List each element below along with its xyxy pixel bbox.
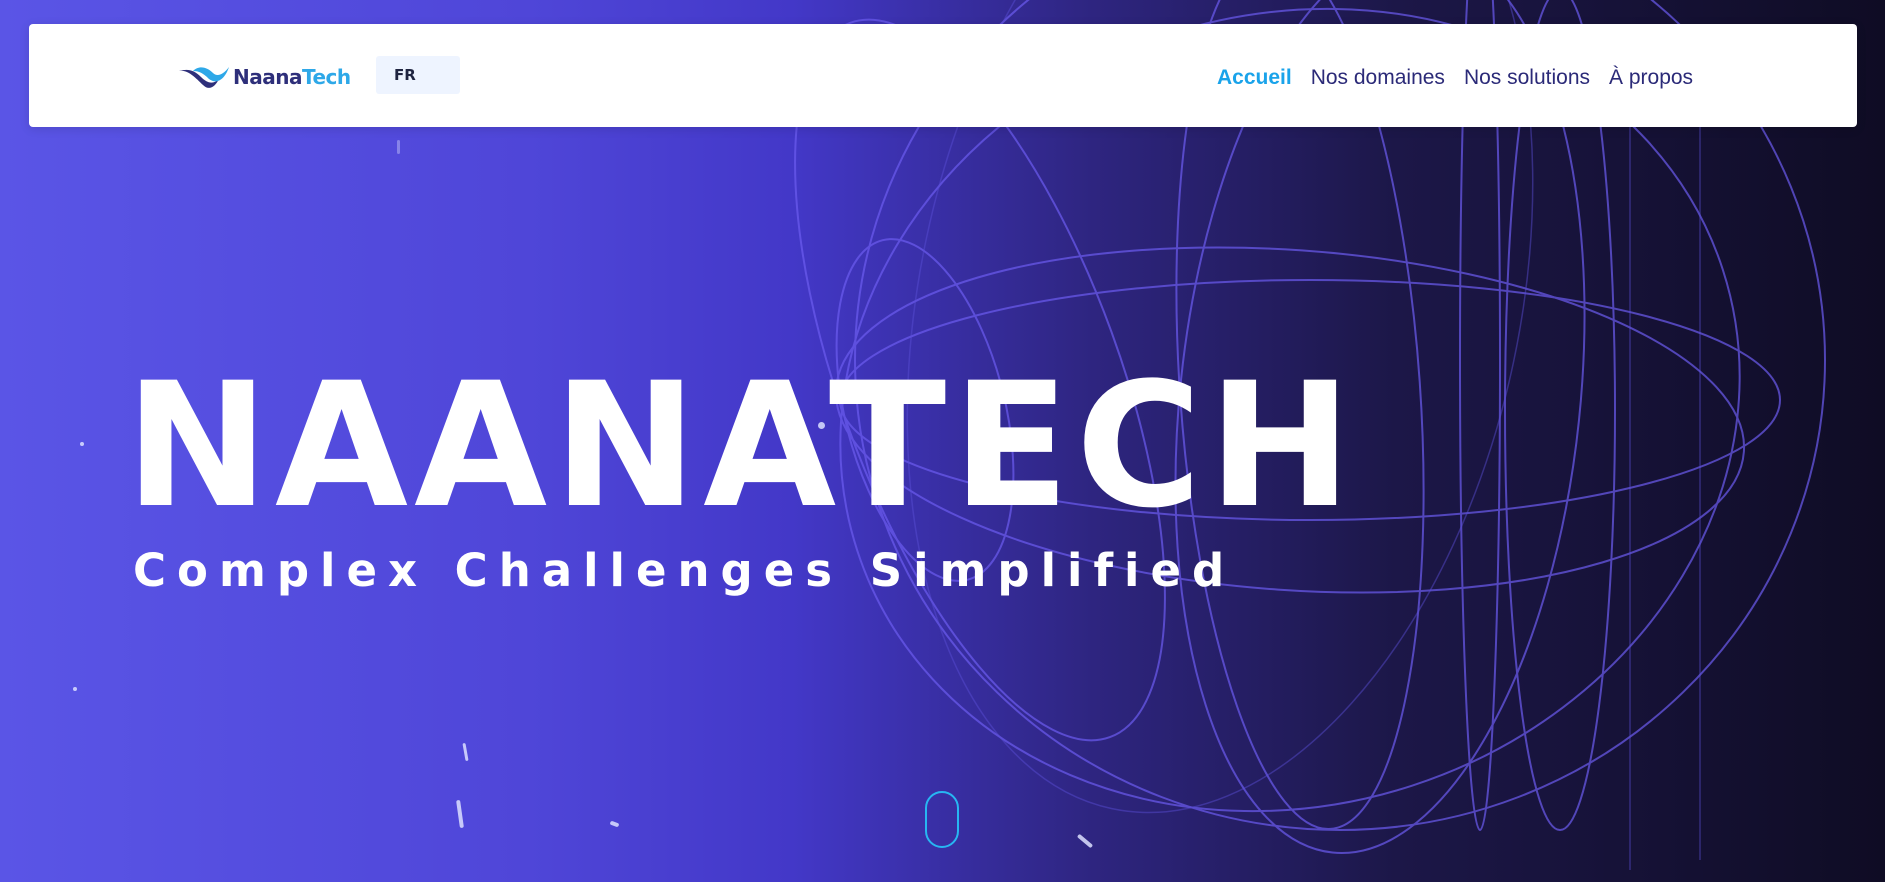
nav-link-accueil[interactable]: Accueil (1217, 66, 1292, 90)
logo-text-naana: Naana (233, 65, 302, 89)
top-navbar: NaanaTech FR Accueil Nos domaines Nos so… (29, 24, 1857, 127)
hero-subtitle: Complex Challenges Simplified (133, 544, 1236, 597)
naanatech-logo[interactable]: NaanaTech (179, 62, 351, 92)
particle (73, 687, 77, 691)
particle (80, 442, 84, 446)
nav-link-nos-solutions[interactable]: Nos solutions (1464, 66, 1590, 90)
hero-title: NAANATECH (125, 345, 1358, 546)
nav-link-nos-domaines[interactable]: Nos domaines (1311, 66, 1445, 90)
particle (609, 820, 620, 828)
logo-text-tech: Tech (301, 65, 351, 89)
particle (1076, 833, 1094, 849)
language-selector[interactable]: FR (376, 56, 460, 94)
logo-wordmark: NaanaTech (233, 65, 351, 89)
nav-link-a-propos[interactable]: À propos (1609, 66, 1693, 90)
particle (462, 742, 469, 762)
wave-logo-icon (179, 67, 229, 88)
particle (397, 140, 400, 154)
hero-page: NaanaTech FR Accueil Nos domaines Nos so… (0, 0, 1885, 882)
main-nav: Accueil Nos domaines Nos solutions À pro… (1217, 66, 1693, 90)
mouse-scroll-icon[interactable] (925, 791, 959, 848)
particle (456, 799, 464, 829)
